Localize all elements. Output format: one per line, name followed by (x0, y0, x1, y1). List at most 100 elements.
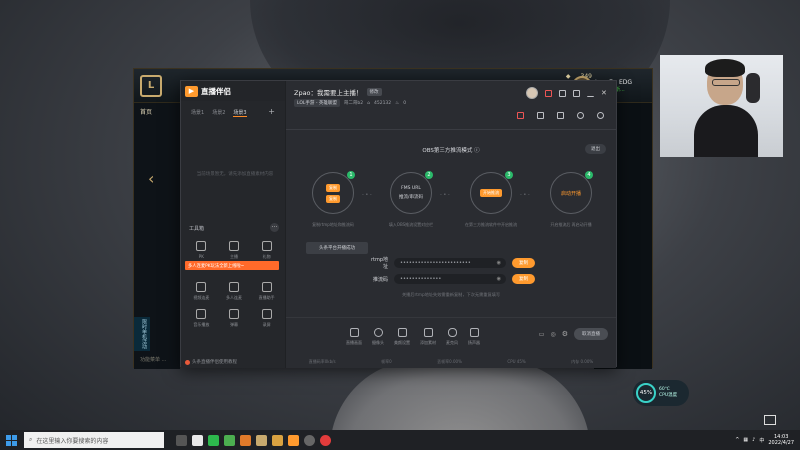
bell-icon[interactable] (577, 112, 584, 119)
mic-button[interactable]: 麦克风 (446, 328, 458, 346)
tool-pk[interactable]: PK (185, 241, 218, 260)
tray-arrow-icon[interactable]: ^ (735, 437, 739, 443)
room-id: 452132 (373, 100, 392, 106)
gear-icon[interactable] (597, 112, 604, 119)
beauty-button[interactable]: 美颜设置 (394, 328, 410, 346)
tool-anchor[interactable]: 主播 (218, 241, 251, 260)
blue-essence-icon: ◆ (565, 73, 571, 80)
window-controls: ✕ (526, 87, 608, 99)
people-icon: ⌂ (367, 100, 370, 106)
gift-icon (261, 241, 272, 251)
lol-logo-icon[interactable]: L (140, 74, 162, 97)
cpu-label: CPU温度 (659, 393, 678, 398)
cpu-monitor-widget[interactable]: 45% 60℃ CPU温度 (633, 380, 689, 406)
step-1-copy-pill[interactable]: 复制 (326, 183, 340, 192)
weibo-icon[interactable] (320, 434, 331, 446)
multi-link-banner[interactable]: 多人连麦PK玩法全新上线啦~ (185, 261, 279, 270)
speaker-button[interactable]: 扬声器 (468, 328, 480, 346)
tab-scene-2[interactable]: 场景2 (212, 109, 225, 117)
cpu-info: 60℃ CPU温度 (659, 387, 677, 399)
edit-title-button[interactable]: 修改 (366, 88, 382, 96)
step-number: 2 (425, 171, 433, 179)
tab-scene-1[interactable]: 场景1 (191, 109, 204, 117)
user-avatar[interactable] (526, 87, 538, 99)
search-icon: ⌕ (29, 436, 33, 443)
desktop-notification-icon[interactable] (764, 415, 776, 425)
platform-live-button[interactable]: 头条平台开播成功 (306, 242, 368, 254)
tool-danmaku[interactable]: 弹幕 (218, 309, 251, 328)
scene-tabs: 场景1 场景2 场景3 + (181, 101, 285, 117)
stream-key-field[interactable]: •••••••••••••• ◉ (394, 274, 506, 284)
copy-key-button[interactable]: 复制 (512, 274, 535, 284)
step-1-copy-pill-2[interactable]: 复制 (326, 194, 340, 203)
streaming-assistant-window: ▶ 直播伴侣 场景1 场景2 场景3 + 当前场景暂无，请先添加直播素材内容 工… (180, 80, 617, 368)
lol-taskbar-icon[interactable] (256, 434, 267, 446)
record-icon[interactable]: ▭ (539, 331, 545, 338)
stream-key-value: •••••••••••••• (400, 276, 442, 282)
game-home-tab[interactable]: 首页 (134, 103, 180, 120)
bottom-control-bar: 直播画面 摄像头 美颜设置 添加素材 麦克风 扬声器 ▭ ◎ ⚙ 取消直播 直播… (286, 317, 616, 368)
tool-label: 礼物 (262, 254, 271, 259)
toolbox-more-button[interactable]: ··· (270, 223, 279, 232)
tab-scene-3[interactable]: 场景3 (233, 109, 247, 117)
camera-button[interactable]: 摄像头 (372, 328, 384, 346)
tool-label: 音乐播放 (193, 322, 210, 327)
tutorial-link[interactable]: 头条直播伴侣使用教程 (185, 359, 237, 365)
message-icon[interactable] (559, 89, 566, 97)
add-scene-button[interactable]: + (268, 108, 275, 117)
copy-rtmp-button[interactable]: 复制 (512, 258, 535, 268)
tutorial-label: 头条直播伴侣使用教程 (192, 360, 237, 365)
live-helper-icon (261, 282, 272, 292)
file-explorer-icon[interactable] (192, 434, 203, 446)
beauty-icon (397, 328, 407, 337)
game-prev-arrow-icon[interactable]: ‹ (148, 169, 154, 188)
tool-music[interactable]: 音乐播放 (185, 309, 218, 328)
chrome-icon[interactable] (224, 434, 235, 446)
exit-button[interactable]: 退出 (585, 144, 606, 154)
windows-start-icon[interactable] (0, 430, 22, 450)
taskbar-clock[interactable]: 14:03 2022/4/27 (768, 434, 794, 446)
tool-video-link[interactable]: 视频连麦 (185, 282, 218, 301)
empty-scene-hint: 当前场景暂无，请先添加直播素材内容 (196, 172, 274, 177)
game-icon[interactable] (272, 434, 283, 446)
rtmp-field[interactable]: •••••••••••••••••••••••• ◉ (394, 258, 506, 268)
help-icon[interactable]: ⓘ (474, 148, 480, 154)
game-event-badge[interactable]: 限时单机活动 (134, 317, 150, 351)
danmaku-icon (228, 309, 239, 319)
toolbox-title: 工具箱 (189, 226, 205, 232)
obs-title: OBS第三方推流模式 ⓘ (286, 146, 616, 154)
close-icon[interactable]: ✕ (601, 89, 608, 97)
obs-icon[interactable] (304, 434, 315, 446)
start-live-button[interactable]: 取消直播 (574, 328, 608, 340)
settings-icon[interactable] (557, 112, 564, 119)
share-icon[interactable] (537, 112, 544, 119)
tool-gift[interactable]: 礼物 (250, 241, 283, 260)
minimize-icon[interactable] (587, 90, 594, 97)
tool-multi-link[interactable]: 多人连麦 (218, 282, 251, 301)
wechat-icon[interactable] (208, 434, 219, 446)
gift-box-icon[interactable] (545, 89, 552, 97)
status-bitrate: 直播码率0kb/s (308, 359, 336, 364)
streaming-assistant-icon[interactable] (288, 434, 299, 446)
eye-icon[interactable]: ◉ (497, 276, 501, 282)
tool-record[interactable]: 录屏 (250, 309, 283, 328)
eye-icon[interactable]: ◉ (497, 260, 501, 266)
room-category[interactable]: LOL手游 - 英雄联盟 (294, 99, 340, 107)
cam-person-hair (705, 59, 745, 77)
view-icon[interactable]: ◎ (550, 331, 555, 338)
tool-live-helper[interactable]: 直播助手 (250, 282, 283, 301)
bottom-label: 美颜设置 (394, 340, 410, 345)
rtmp-value: •••••••••••••••••••••••• (400, 260, 471, 266)
network-icon[interactable]: ▦ (743, 437, 748, 443)
app-logo-bar: ▶ 直播伴侣 (181, 81, 285, 101)
game-launcher-icon[interactable] (240, 434, 251, 446)
volume-icon[interactable]: ♪ (752, 437, 755, 443)
gift-icon[interactable] (517, 112, 524, 119)
input-language[interactable]: 中 (759, 437, 764, 444)
settings-gear-icon[interactable]: ⚙ (562, 330, 568, 338)
live-screen-button[interactable]: 直播画面 (346, 328, 362, 346)
add-material-button[interactable]: 添加素材 (420, 328, 436, 346)
task-view-icon[interactable] (176, 434, 187, 446)
taskbar-search[interactable]: ⌕ 在这里输入你要搜索的内容 (24, 432, 164, 448)
menu-icon[interactable] (573, 89, 580, 97)
